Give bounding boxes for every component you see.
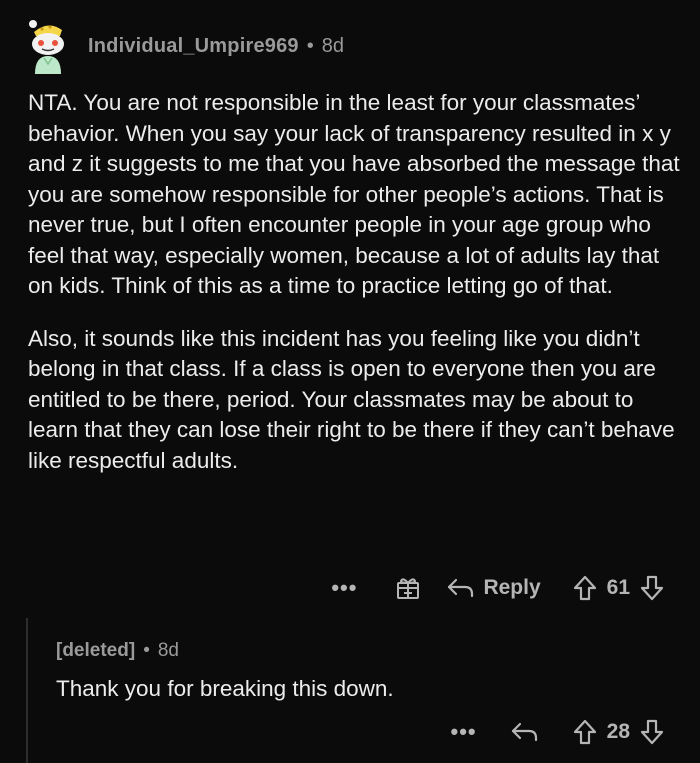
meta-separator: •	[143, 640, 150, 661]
reply-body: Thank you for breaking this down.	[56, 676, 394, 701]
vote-controls: 61	[573, 575, 664, 601]
thread-line[interactable]	[26, 618, 28, 763]
comment-body: NTA. You are not responsible in the leas…	[28, 88, 680, 498]
reply-actions: ••• 28	[451, 714, 664, 750]
vote-controls: 28	[573, 719, 664, 745]
reply-button[interactable]	[511, 721, 539, 743]
reply-label: Reply	[483, 576, 541, 599]
reply-arrow-icon	[448, 578, 474, 598]
comment-header: Individual_Umpire969 • 8d	[20, 14, 344, 78]
upvote-arrow-icon[interactable]	[573, 575, 597, 601]
meta-separator: •	[306, 34, 314, 57]
comment-age: 8d	[321, 34, 345, 57]
comment-actions: ••• Reply 61	[331, 570, 664, 606]
reply-age: 8d	[157, 640, 179, 661]
upvote-arrow-icon[interactable]	[573, 719, 597, 745]
downvote-arrow-icon[interactable]	[640, 575, 664, 601]
comment-username[interactable]: Individual_Umpire969	[88, 35, 299, 58]
reply-header: [deleted] • 8d	[56, 640, 179, 662]
vote-score: 61	[606, 576, 630, 599]
snoo-avatar-icon[interactable]	[20, 18, 76, 74]
gift-icon[interactable]	[395, 575, 421, 601]
reply-arrow-icon	[511, 722, 537, 742]
more-options-button[interactable]: •••	[331, 575, 357, 601]
reply-username: [deleted]	[56, 640, 136, 661]
comment-paragraph: NTA. You are not responsible in the leas…	[28, 90, 680, 298]
reply-button[interactable]: Reply	[447, 576, 541, 600]
downvote-arrow-icon[interactable]	[640, 719, 664, 745]
vote-score: 28	[606, 720, 630, 743]
more-options-button[interactable]: •••	[451, 719, 477, 745]
comment-paragraph: Also, it sounds like this incident has y…	[28, 325, 675, 473]
